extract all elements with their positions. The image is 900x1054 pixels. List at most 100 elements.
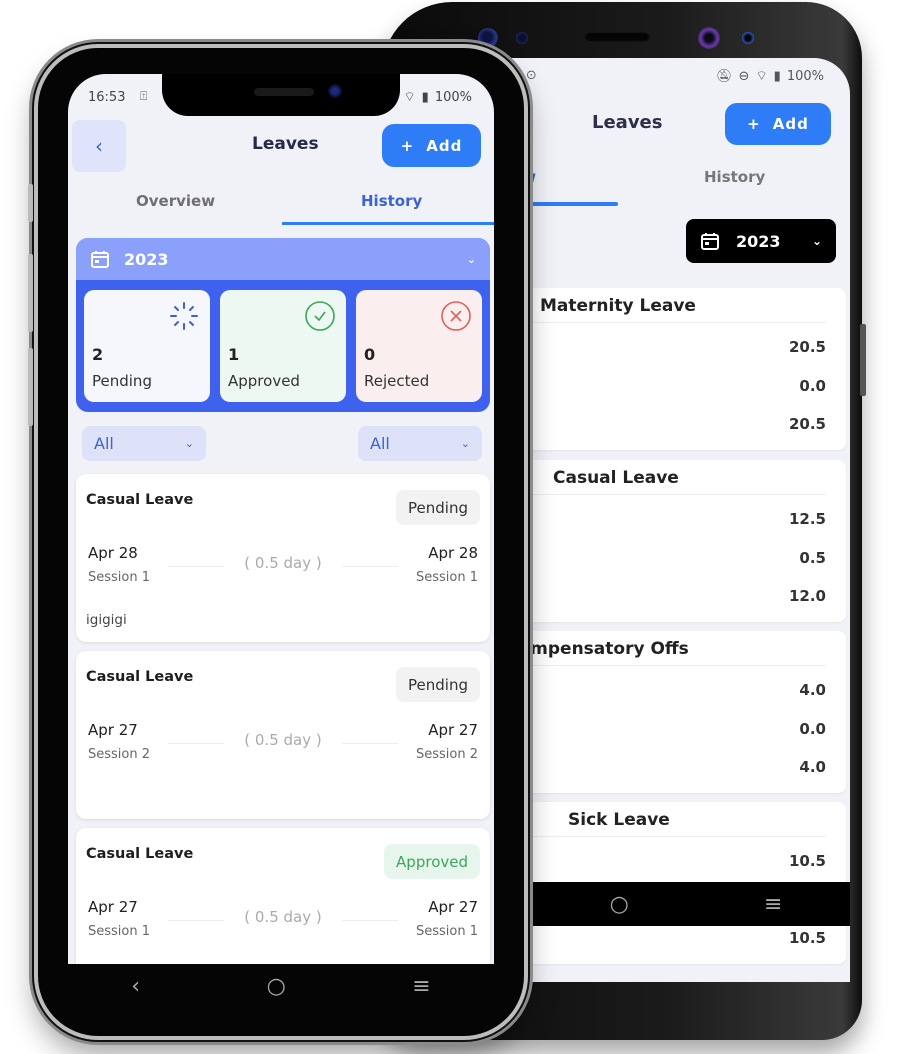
summary-value: 10.5 — [788, 929, 826, 947]
status-time: 16:53 — [88, 90, 126, 105]
year-dropdown[interactable]: 2023 ⌄ — [76, 238, 490, 280]
iris-sensor — [742, 32, 754, 44]
summary-card-maternity[interactable]: Maternity Leave 20.5 0.0 20.5 — [502, 288, 846, 450]
divider — [342, 743, 398, 744]
divider — [342, 566, 398, 567]
summary-value: 0.0 — [799, 720, 826, 738]
leave-type-filter[interactable]: All ⌄ — [82, 426, 206, 461]
nav-back-icon[interactable]: ‹ — [131, 974, 140, 999]
proximity-sensor — [516, 32, 528, 44]
year-summary-panel: 2023 ⌄ 2 Pending 1 Approved 0 Rejected — [76, 238, 490, 412]
to-date: Apr 28 — [428, 544, 478, 562]
stat-card-rejected[interactable]: 0 Rejected — [356, 290, 482, 402]
status-badge: Pending — [396, 667, 480, 702]
leave-card[interactable]: Casual Leave Pending Apr 27 Session 2 ( … — [76, 651, 490, 819]
power-button — [860, 324, 866, 396]
status-badge: Approved — [384, 844, 480, 879]
front-phone-device: 16:53 ⍐ ⌔ ▮ 100% ‹ Leaves + Add Overview… — [28, 44, 528, 1040]
stat-count: 2 — [92, 345, 104, 364]
to-session: Session 2 — [415, 747, 478, 762]
earpiece-speaker — [584, 32, 650, 42]
leave-type: Casual Leave — [86, 669, 194, 685]
wifi-icon: ⌔ — [755, 69, 768, 84]
leave-note: igigigi — [86, 612, 127, 628]
home-icon[interactable]: ○ — [267, 974, 286, 999]
filter-value: All — [370, 434, 390, 453]
from-session: Session 2 — [88, 747, 151, 762]
chevron-down-icon: ⌄ — [184, 437, 194, 450]
leave-card[interactable]: Casual Leave Pending Apr 28 Session 1 ( … — [76, 474, 490, 642]
to-session: Session 1 — [415, 570, 478, 585]
tab-overview[interactable]: Overview — [136, 192, 215, 210]
battery-level: 100% — [786, 68, 824, 84]
front-camera — [328, 84, 342, 98]
add-leave-button[interactable]: + Add — [725, 103, 831, 145]
plus-icon: + — [747, 115, 761, 133]
summary-value: 10.5 — [788, 852, 826, 870]
summary-value: 0.5 — [799, 549, 826, 567]
leave-card[interactable]: Casual Leave Approved Apr 27 Session 1 (… — [76, 828, 490, 964]
summary-value: 20.5 — [788, 338, 826, 356]
summary-value: 4.0 — [799, 681, 826, 699]
summary-card-title: Maternity Leave — [540, 296, 696, 316]
active-tab-indicator — [282, 222, 494, 225]
status-badge: Pending — [396, 490, 480, 525]
add-label: Add — [426, 136, 463, 155]
check-circle-icon — [305, 301, 335, 331]
summary-card-casual[interactable]: Casual Leave 12.5 0.5 12.0 — [502, 460, 846, 622]
side-button — [28, 184, 33, 222]
divider — [342, 920, 398, 921]
stat-label: Rejected — [364, 372, 430, 390]
summary-card-title: Sick Leave — [568, 810, 670, 830]
notch — [162, 74, 400, 116]
summary-card-compensatory[interactable]: Compensatory Offs 4.0 0.0 4.0 — [502, 631, 846, 793]
summary-value: 4.0 — [799, 758, 826, 776]
menu-icon[interactable]: ≡ — [412, 974, 430, 999]
front-phone-nav-bar: ‹ ○ ≡ — [68, 964, 494, 1008]
status-bar-left: ⍐ — [140, 89, 147, 104]
front-sensor — [478, 28, 498, 48]
front-phone-screen: 16:53 ⍐ ⌔ ▮ 100% ‹ Leaves + Add Overview… — [68, 74, 494, 964]
location-icon: ⊙ — [525, 68, 537, 83]
divider — [502, 494, 826, 495]
chevron-left-icon: ‹ — [95, 134, 103, 158]
chevron-down-icon: ⌄ — [466, 252, 476, 266]
divider — [502, 836, 826, 837]
summary-card-title: Casual Leave — [553, 468, 679, 488]
notifications-off-icon: 🔕︎ — [716, 68, 733, 84]
to-session: Session 1 — [415, 924, 478, 939]
from-session: Session 1 — [88, 570, 151, 585]
menu-icon[interactable]: ≡ — [764, 892, 782, 917]
to-date: Apr 27 — [428, 898, 478, 916]
battery-icon: ▮ — [773, 68, 781, 84]
summary-card-title: Compensatory Offs — [506, 639, 689, 659]
tab-history[interactable]: History — [704, 168, 765, 186]
page-title: Leaves — [252, 134, 319, 154]
stat-card-pending[interactable]: 2 Pending — [84, 290, 210, 402]
stat-label: Pending — [92, 372, 152, 390]
close-circle-icon — [441, 301, 471, 331]
home-icon[interactable]: ○ — [610, 892, 629, 917]
calendar-icon — [91, 251, 109, 268]
add-leave-button[interactable]: + Add — [382, 124, 481, 167]
stat-card-approved[interactable]: 1 Approved — [220, 290, 346, 402]
battery-level: 100% — [434, 89, 472, 105]
year-dropdown[interactable]: 2023 ⌄ — [686, 219, 836, 263]
dnd-icon: ⊖ — [738, 68, 750, 84]
status-filter[interactable]: All ⌄ — [358, 426, 482, 461]
wifi-icon: ⌔ — [403, 90, 416, 105]
stat-count: 0 — [364, 345, 376, 364]
to-date: Apr 27 — [428, 721, 478, 739]
leave-type: Casual Leave — [86, 492, 194, 508]
back-button[interactable]: ‹ — [72, 120, 126, 172]
tab-history[interactable]: History — [361, 192, 422, 210]
volume-down-button — [28, 348, 33, 426]
from-session: Session 1 — [88, 924, 151, 939]
filter-value: All — [94, 434, 114, 453]
year-value: 2023 — [736, 231, 781, 251]
summary-value: 0.0 — [799, 377, 826, 395]
calendar-icon — [701, 233, 719, 250]
chevron-down-icon: ⌄ — [460, 437, 470, 450]
leave-type: Casual Leave — [86, 846, 194, 862]
volume-up-button — [28, 254, 33, 332]
